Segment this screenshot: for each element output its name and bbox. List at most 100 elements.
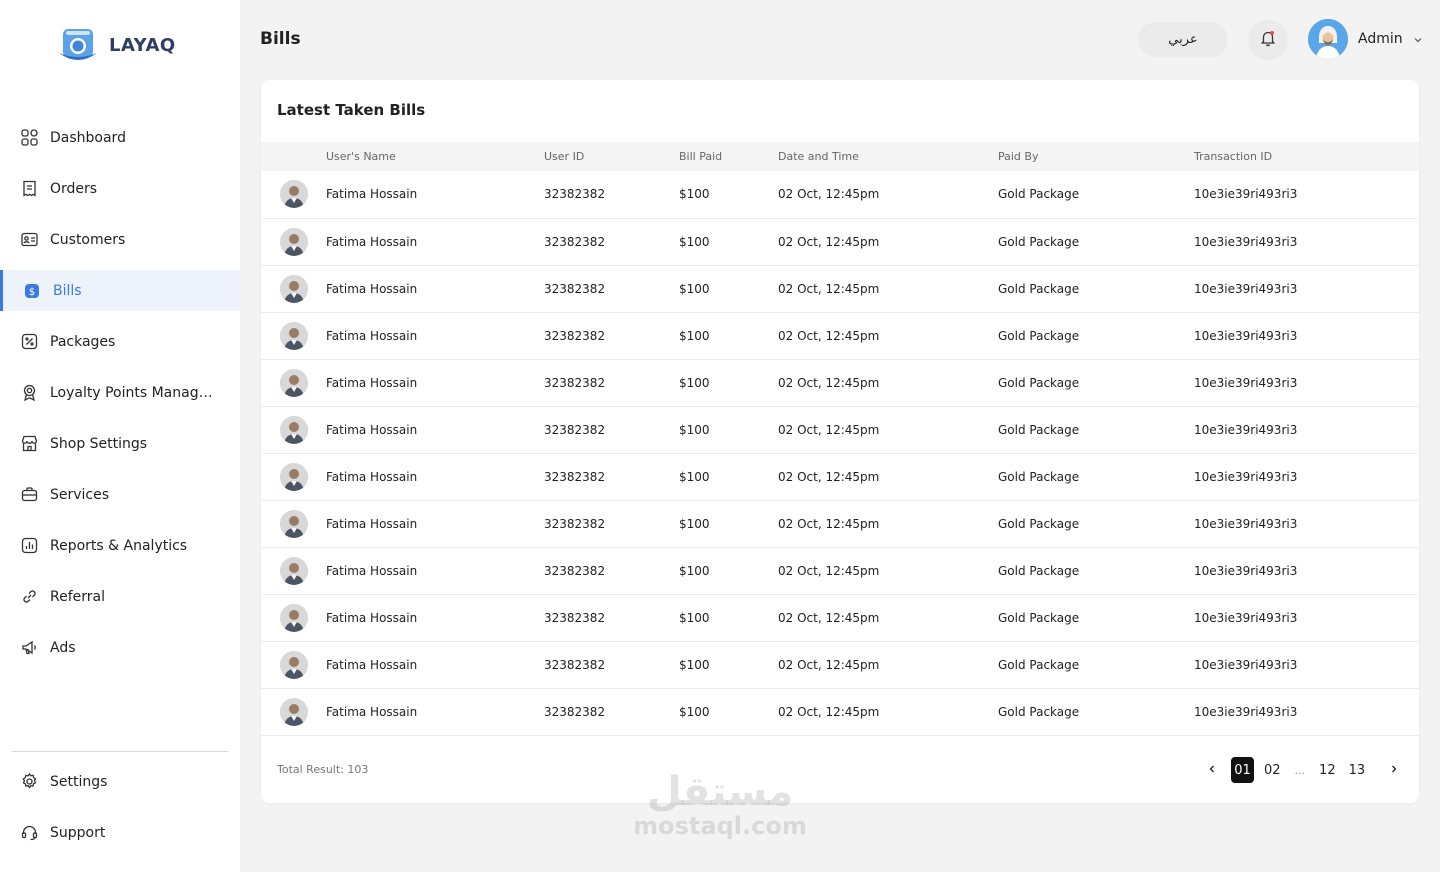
table-row[interactable]: Fatima Hossain 32382382 $100 02 Oct, 12:45p… <box>261 171 1419 218</box>
notifications-button[interactable] <box>1248 20 1288 60</box>
sidebar-item-dashboard[interactable]: Dashboard <box>0 117 240 158</box>
sidebar-item-label: Ads <box>50 639 76 656</box>
sidebar-bottom-nav: Settings Support <box>0 761 240 863</box>
page-button-13[interactable]: 13 <box>1349 757 1366 783</box>
next-page-button[interactable] <box>1383 757 1405 783</box>
settings-icon <box>20 773 38 791</box>
row-avatar-cell <box>261 406 326 453</box>
washing-machine-logo-icon <box>56 27 100 63</box>
table-row[interactable]: Fatima Hossain 32382382 $100 02 Oct, 12:45p… <box>261 406 1419 453</box>
pagination: 01 02 ... 12 13 <box>1201 757 1405 783</box>
sidebar-nav: Dashboard Orders Customers $ Bills Packa… <box>0 117 240 678</box>
cell-bill-paid: $100 <box>679 469 710 484</box>
bills-table: User's Name User ID Bill Paid Date and T… <box>261 142 1419 736</box>
sidebar-item-support[interactable]: Support <box>0 812 240 853</box>
sidebar-item-label: Shop Settings <box>50 435 148 452</box>
row-avatar-cell <box>261 312 326 359</box>
column-header-paid-by: Paid By <box>998 150 1039 163</box>
sidebar-item-reports-analytics[interactable]: Reports & Analytics <box>0 525 240 566</box>
table-row[interactable]: Fatima Hossain 32382382 $100 02 Oct, 12:45p… <box>261 500 1419 547</box>
brand-name: LAYAQ <box>109 34 176 56</box>
avatar <box>280 321 308 350</box>
cell-transaction-id: 10e3ie39ri493ri3 <box>1194 187 1298 202</box>
table-row[interactable]: Fatima Hossain 32382382 $100 02 Oct, 12:45p… <box>261 265 1419 312</box>
column-header-date-time: Date and Time <box>778 150 859 163</box>
column-header-transaction-id: Transaction ID <box>1194 150 1273 163</box>
sidebar-item-services[interactable]: Services <box>0 474 240 515</box>
row-avatar-cell <box>261 265 326 312</box>
sidebar-item-label: Packages <box>50 333 116 350</box>
cell-user-name: Fatima Hossain <box>326 328 418 343</box>
sidebar-item-settings[interactable]: Settings <box>0 761 240 802</box>
cell-paid-by: Gold Package <box>998 328 1080 343</box>
sidebar-item-customers[interactable]: Customers <box>0 219 240 260</box>
cell-user-id: 32382382 <box>544 422 606 437</box>
cell-transaction-id: 10e3ie39ri493ri3 <box>1194 704 1298 719</box>
user-name: Admin <box>1358 31 1403 47</box>
sidebar-item-label: Referral <box>50 588 105 605</box>
brand-logo[interactable]: LAYAQ <box>56 27 176 63</box>
sidebar-item-label: Support <box>50 824 106 841</box>
cell-date-time: 02 Oct, 12:45pm <box>778 469 880 484</box>
avatar <box>280 462 308 491</box>
cell-user-name: Fatima Hossain <box>326 375 418 390</box>
reports-icon <box>20 537 38 555</box>
cell-bill-paid: $100 <box>679 328 710 343</box>
cell-user-id: 32382382 <box>544 281 606 296</box>
cell-date-time: 02 Oct, 12:45pm <box>778 328 880 343</box>
svg-text:$: $ <box>29 287 35 298</box>
avatar <box>280 227 308 256</box>
table-header-row: User's Name User ID Bill Paid Date and T… <box>261 142 1419 171</box>
cell-paid-by: Gold Package <box>998 516 1080 531</box>
language-toggle-button[interactable]: عربي <box>1138 22 1228 57</box>
table-row[interactable]: Fatima Hossain 32382382 $100 02 Oct, 12:45p… <box>261 641 1419 688</box>
table-row[interactable]: Fatima Hossain 32382382 $100 02 Oct, 12:45p… <box>261 312 1419 359</box>
page-button-01[interactable]: 01 <box>1231 757 1254 783</box>
cell-date-time: 02 Oct, 12:45pm <box>778 187 880 202</box>
row-avatar-cell <box>261 688 326 735</box>
cell-user-id: 32382382 <box>544 704 606 719</box>
sidebar-item-orders[interactable]: Orders <box>0 168 240 209</box>
cell-paid-by: Gold Package <box>998 657 1080 672</box>
sidebar-item-shop-settings[interactable]: Shop Settings <box>0 423 240 464</box>
cell-bill-paid: $100 <box>679 516 710 531</box>
row-avatar-cell <box>261 171 326 218</box>
pagination-ellipsis: ... <box>1294 763 1306 777</box>
card-title: Latest Taken Bills <box>277 101 426 119</box>
table-row[interactable]: Fatima Hossain 32382382 $100 02 Oct, 12:45p… <box>261 359 1419 406</box>
row-avatar-cell <box>261 641 326 688</box>
cell-bill-paid: $100 <box>679 234 710 249</box>
sidebar-item-loyalty-points[interactable]: Loyalty Points Management <box>0 372 240 413</box>
avatar <box>280 650 308 679</box>
cell-user-name: Fatima Hossain <box>326 469 418 484</box>
table-row[interactable]: Fatima Hossain 32382382 $100 02 Oct, 12:45p… <box>261 218 1419 265</box>
table-row[interactable]: Fatima Hossain 32382382 $100 02 Oct, 12:45p… <box>261 547 1419 594</box>
sidebar-item-bills[interactable]: $ Bills <box>0 270 240 311</box>
cell-user-id: 32382382 <box>544 375 606 390</box>
table-row[interactable]: Fatima Hossain 32382382 $100 02 Oct, 12:45p… <box>261 453 1419 500</box>
bills-icon: $ <box>23 282 41 300</box>
table-row[interactable]: Fatima Hossain 32382382 $100 02 Oct, 12:45p… <box>261 688 1419 735</box>
page-button-12[interactable]: 12 <box>1319 757 1336 783</box>
sidebar-item-ads[interactable]: Ads <box>0 627 240 668</box>
chevron-down-icon <box>1413 30 1423 49</box>
cell-paid-by: Gold Package <box>998 234 1080 249</box>
table-row[interactable]: Fatima Hossain 32382382 $100 02 Oct, 12:45p… <box>261 594 1419 641</box>
cell-date-time: 02 Oct, 12:45pm <box>778 422 880 437</box>
sidebar-item-packages[interactable]: Packages <box>0 321 240 362</box>
sidebar-divider <box>12 751 228 752</box>
cell-date-time: 02 Oct, 12:45pm <box>778 281 880 296</box>
watermark-latin: mostaql.com <box>633 812 807 840</box>
cell-user-id: 32382382 <box>544 516 606 531</box>
sidebar-item-referral[interactable]: Referral <box>0 576 240 617</box>
row-avatar-cell <box>261 359 326 406</box>
previous-page-button[interactable] <box>1201 757 1223 783</box>
user-menu[interactable]: Admin <box>1308 19 1423 59</box>
sidebar-item-label: Customers <box>50 231 126 248</box>
cell-user-name: Fatima Hossain <box>326 281 418 296</box>
shop-icon <box>20 435 38 453</box>
page-button-02[interactable]: 02 <box>1264 757 1281 783</box>
sidebar-item-label: Settings <box>50 773 108 790</box>
column-header-bill-paid: Bill Paid <box>679 150 723 163</box>
cell-user-id: 32382382 <box>544 563 606 578</box>
